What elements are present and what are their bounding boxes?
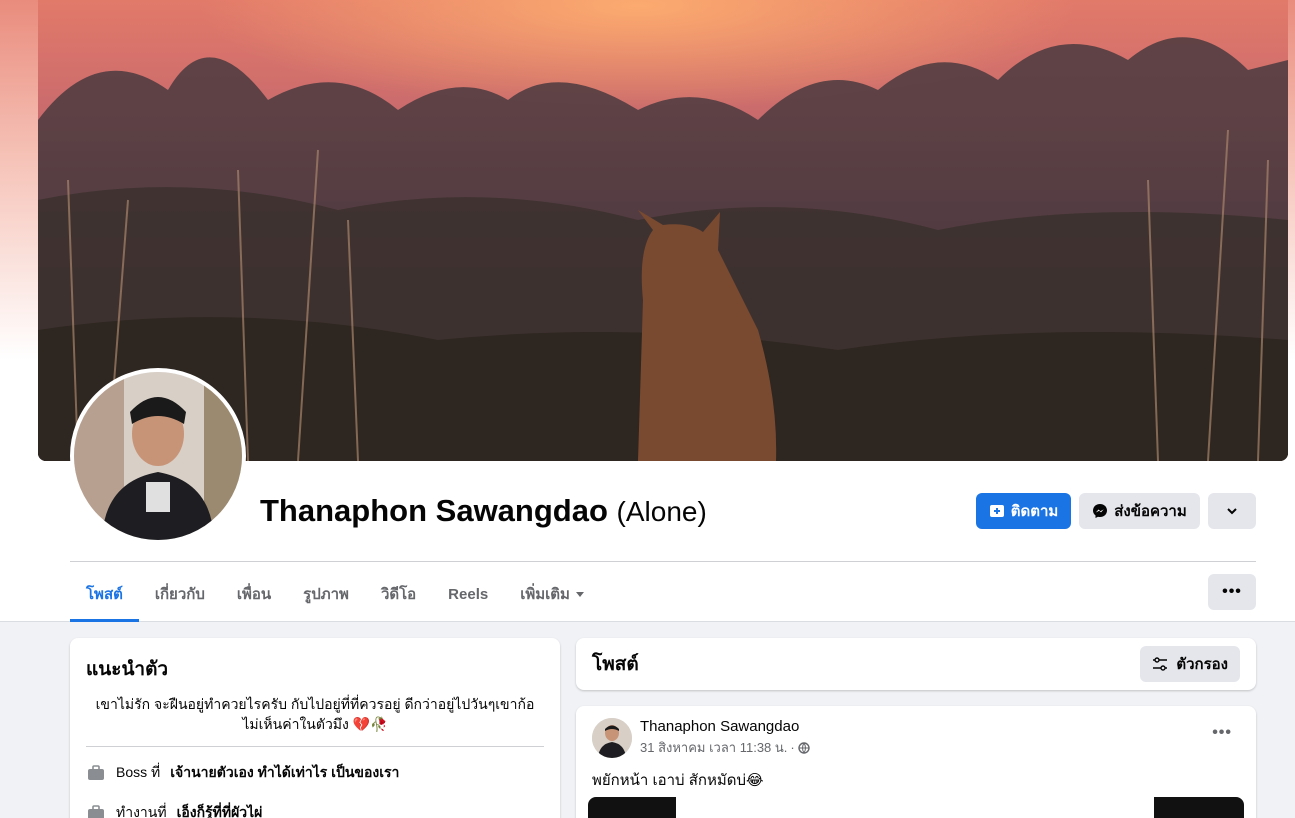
tab-label: เกี่ยวกับ	[154, 586, 205, 603]
tab-photos[interactable]: รูปภาพ	[287, 566, 365, 622]
filter-button[interactable]: ตัวกรอง	[1140, 646, 1240, 682]
posts-header-card: โพสต์ ตัวกรอง	[576, 638, 1256, 690]
more-actions-button[interactable]	[1208, 493, 1256, 529]
intro-work-row: ทำงานที่ เอ็งก็รู้ที่ที่ผัวไผ่	[86, 801, 544, 818]
post-options-button[interactable]: •••	[1212, 724, 1232, 742]
tab-label: Reels	[448, 585, 489, 603]
briefcase-icon	[88, 765, 104, 780]
tab-posts[interactable]: โพสต์	[70, 566, 139, 622]
caret-down-icon	[575, 592, 584, 597]
tab-about[interactable]: เกี่ยวกับ	[139, 566, 221, 622]
follow-label: ติดตาม	[1010, 503, 1059, 520]
profile-alternate-name: (Alone)	[616, 496, 707, 527]
post-header: Thanaphon Sawangdao 31 สิงหาคม เวลา 11:3…	[592, 718, 1240, 758]
message-label: ส่งข้อความ	[1114, 503, 1187, 520]
intro-row-value[interactable]: เอ็งก็รู้ที่ที่ผัวไผ่	[177, 802, 263, 818]
more-dots-icon: •••	[1212, 724, 1232, 741]
post-meta: 31 สิงหาคม เวลา 11:38 น. ·	[640, 737, 810, 758]
tab-label: รูปภาพ	[303, 586, 349, 603]
tab-label: โพสต์	[86, 586, 123, 603]
intro-divider	[86, 746, 544, 747]
tab-videos[interactable]: วิดีโอ	[365, 566, 432, 622]
post-timestamp[interactable]: 31 สิงหาคม เวลา 11:38 น.	[640, 737, 787, 758]
intro-title: แนะนำตัว	[86, 659, 169, 680]
chevron-down-icon	[1227, 508, 1237, 515]
post-author-name[interactable]: Thanaphon Sawangdao	[640, 718, 810, 735]
intro-row-prefix: Boss ที่	[116, 764, 161, 780]
post-media[interactable]	[588, 797, 1244, 818]
filter-icon	[1153, 657, 1168, 671]
tab-label: เพิ่มเติม	[520, 586, 570, 603]
header-divider	[70, 561, 1256, 562]
meta-separator: ·	[790, 740, 795, 755]
post-card: Thanaphon Sawangdao 31 สิงหาคม เวลา 11:3…	[576, 706, 1256, 818]
messenger-icon	[1093, 504, 1108, 518]
tab-reels[interactable]: Reels	[432, 566, 504, 622]
profile-name: Thanaphon Sawangdao (Alone)	[260, 493, 707, 529]
tab-label: เพื่อน	[236, 586, 272, 603]
profile-avatar[interactable]	[70, 368, 246, 544]
post-author-avatar[interactable]	[592, 718, 632, 758]
follow-icon	[989, 505, 1004, 517]
more-dots-icon: •••	[1222, 583, 1242, 600]
globe-icon	[798, 741, 810, 754]
intro-bio: เขาไม่รัก จะฝืนอยู่ทำควยไรครับ กับไปอยู่…	[95, 696, 535, 732]
tab-more[interactable]: เพิ่มเติม	[504, 566, 602, 622]
intro-card: แนะนำตัว เขาไม่รัก จะฝืนอยู่ทำควยไรครับ …	[70, 638, 560, 818]
message-button[interactable]: ส่งข้อความ	[1079, 493, 1200, 529]
intro-row-value[interactable]: เจ้านายตัวเอง ทำได้เท่าไร เป็นของเรา	[170, 762, 399, 784]
post-text: พยักหน้า เอาบ่ สักหมัดบ่😂	[592, 772, 764, 789]
intro-work-row: Boss ที่ เจ้านายตัวเอง ทำได้เท่าไร เป็นข…	[86, 761, 544, 785]
post-media-image	[676, 797, 1154, 818]
tab-label: วิดีโอ	[380, 586, 417, 603]
tab-friends[interactable]: เพื่อน	[221, 566, 287, 622]
briefcase-icon	[88, 805, 104, 818]
posts-title: โพสต์	[592, 654, 639, 675]
post-author-block: Thanaphon Sawangdao 31 สิงหาคม เวลา 11:3…	[640, 718, 810, 758]
cover-photo[interactable]	[38, 0, 1288, 461]
profile-tabs: โพสต์ เกี่ยวกับ เพื่อน รูปภาพ วิดีโอ Ree…	[70, 566, 602, 622]
profile-name-text: Thanaphon Sawangdao	[260, 493, 608, 528]
filter-label: ตัวกรอง	[1176, 656, 1228, 673]
tabs-overflow-button[interactable]: •••	[1208, 574, 1256, 610]
follow-button[interactable]: ติดตาม	[976, 493, 1071, 529]
intro-row-prefix: ทำงานที่	[116, 804, 167, 818]
